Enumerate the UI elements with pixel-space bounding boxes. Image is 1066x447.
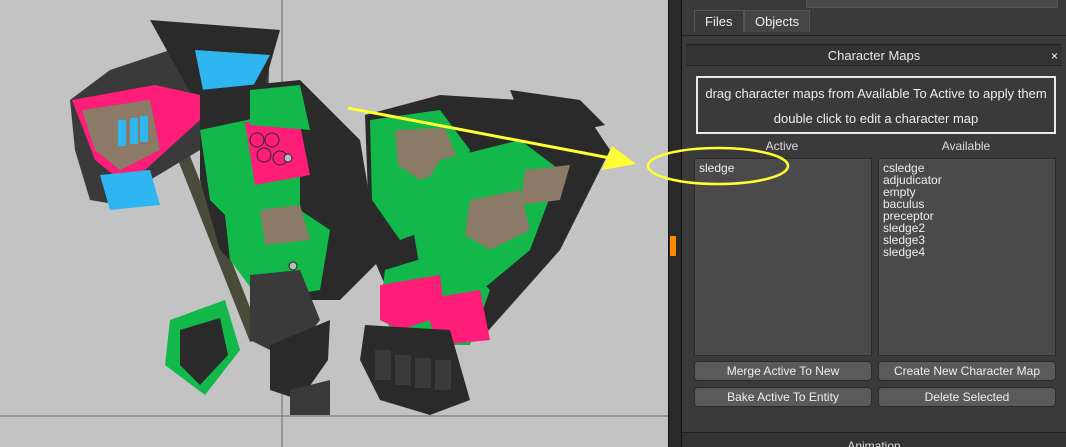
tab-files[interactable]: Files (694, 10, 744, 32)
active-column-label: Active (765, 139, 799, 153)
list-item[interactable]: sledge (699, 162, 867, 174)
tab-objects[interactable]: Objects (744, 10, 810, 32)
create-character-map-button[interactable]: Create New Character Map (878, 361, 1056, 381)
hint-line-2: double click to edit a character map (773, 111, 979, 126)
character-maps-title: Character Maps (827, 48, 921, 63)
splitter-grip-icon[interactable] (670, 236, 676, 256)
hint-line-1: drag character maps from Available To Ac… (705, 86, 1047, 101)
animation-panel-header[interactable]: Animation (682, 432, 1066, 447)
available-column-label: Available (941, 139, 991, 153)
character-sprite (0, 0, 668, 447)
top-strip: Files Objects (682, 0, 1066, 36)
list-item[interactable]: sledge4 (883, 246, 1051, 258)
animation-panel-title: Animation (847, 439, 901, 447)
merge-active-button[interactable]: Merge Active To New (694, 361, 872, 381)
active-maps-list[interactable]: sledge (694, 158, 872, 356)
character-maps-header: Character Maps × (686, 44, 1062, 66)
instructions-box: drag character maps from Available To Ac… (696, 76, 1056, 134)
side-panel: Files Objects Character Maps × drag char… (682, 0, 1066, 447)
delete-selected-button[interactable]: Delete Selected (878, 387, 1056, 407)
available-maps-list[interactable]: csledge adjudicator empty baculus precep… (878, 158, 1056, 356)
panel-splitter[interactable] (668, 0, 682, 447)
close-icon[interactable]: × (1051, 45, 1058, 67)
top-field[interactable] (806, 0, 1058, 8)
scene-canvas[interactable] (0, 0, 668, 447)
bake-active-button[interactable]: Bake Active To Entity (694, 387, 872, 407)
